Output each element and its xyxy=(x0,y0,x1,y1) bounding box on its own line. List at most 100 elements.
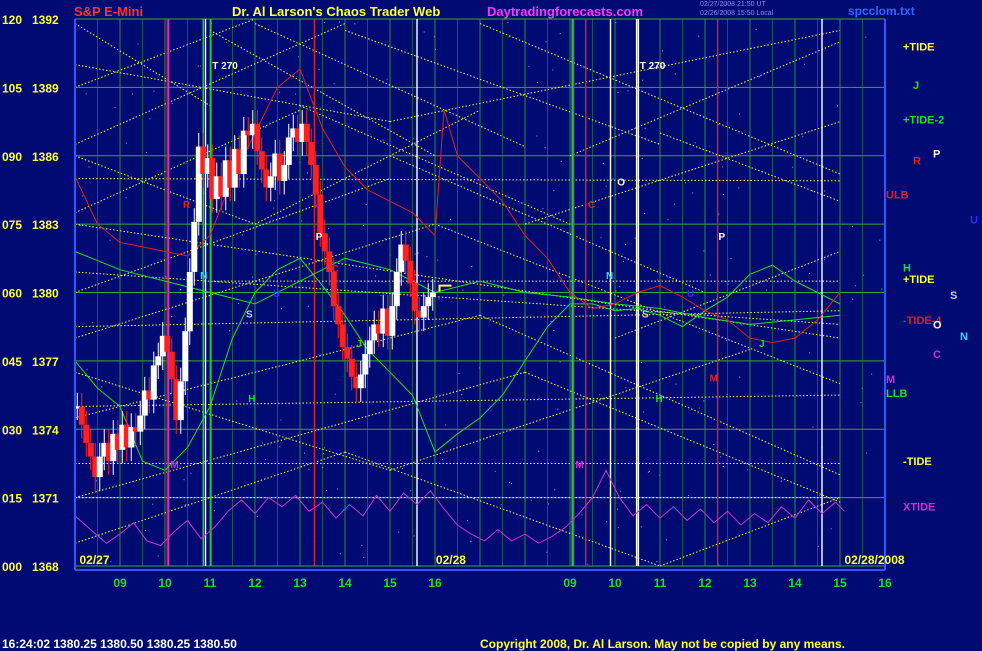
right-level-label: M xyxy=(886,374,895,386)
star-dot xyxy=(852,298,854,300)
star-dot xyxy=(719,456,721,458)
star-dot xyxy=(241,234,243,236)
x-tick-hour-label: 15 xyxy=(383,576,397,590)
star-dot xyxy=(722,166,724,168)
star-dot xyxy=(323,22,325,24)
star-dot xyxy=(824,259,826,261)
price-candle xyxy=(83,424,90,443)
star-dot xyxy=(643,411,645,413)
price-candle xyxy=(402,244,409,261)
planet-marker-label: R xyxy=(183,200,191,211)
star-dot xyxy=(602,162,604,164)
star-dot xyxy=(417,252,419,254)
star-dot xyxy=(295,93,297,95)
star-dot xyxy=(507,22,509,23)
star-dot xyxy=(552,69,554,71)
star-dot xyxy=(559,361,561,363)
star-dot xyxy=(802,136,804,138)
price-candle xyxy=(254,123,261,152)
x-tick-hour-label: 16 xyxy=(878,576,892,590)
star-dot xyxy=(503,294,505,296)
star-dot xyxy=(544,146,546,148)
star-dot xyxy=(647,471,649,473)
x-tick-hour-label: 12 xyxy=(698,576,712,590)
star-dot xyxy=(190,472,192,474)
star-dot xyxy=(336,488,338,490)
star-dot xyxy=(865,36,867,38)
planet-marker-label: M xyxy=(170,460,178,471)
star-dot xyxy=(641,158,643,159)
quote-line: 16:24:02 1380.25 1380.50 1380.25 1380.50 xyxy=(2,637,237,651)
planet-marker-label: T 270 xyxy=(212,61,238,72)
star-dot xyxy=(279,446,281,448)
star-dot xyxy=(625,244,627,246)
date-label: 02/28/2008 xyxy=(845,553,905,567)
star-dot xyxy=(273,207,275,209)
price-candle xyxy=(407,260,414,284)
star-dot xyxy=(445,424,447,426)
x-tick-hour-label: 16 xyxy=(428,576,442,590)
star-dot xyxy=(854,285,856,287)
x-tick-hour-label: 10 xyxy=(158,576,172,590)
price-candle xyxy=(335,306,342,325)
star-dot xyxy=(759,76,760,78)
star-dot xyxy=(306,172,308,174)
star-dot xyxy=(553,330,555,331)
x-tick-hour-label: 13 xyxy=(293,576,307,590)
star-dot xyxy=(125,142,127,144)
star-dot xyxy=(606,521,608,523)
star-dot xyxy=(470,541,472,542)
y-tick-osc-label: 045 xyxy=(2,355,22,369)
star-dot xyxy=(375,275,377,277)
star-dot xyxy=(160,174,162,176)
y-tick-osc-label: 030 xyxy=(2,423,22,437)
star-dot xyxy=(494,470,496,472)
star-dot xyxy=(261,442,263,444)
site-url[interactable]: Daytradingforecasts.com xyxy=(487,4,643,19)
timestamp-local: 02/26/2008 15:50 Local xyxy=(700,10,774,17)
star-dot xyxy=(739,113,740,115)
star-dot xyxy=(615,290,617,292)
star-dot xyxy=(423,31,425,33)
star-dot xyxy=(600,237,602,239)
star-dot xyxy=(665,539,667,541)
star-dot xyxy=(688,495,690,496)
star-dot xyxy=(265,126,266,128)
star-dot xyxy=(528,65,530,67)
star-dot xyxy=(145,152,147,153)
star-dot xyxy=(511,482,512,484)
star-dot xyxy=(824,190,826,192)
right-level-label: U xyxy=(970,215,978,227)
chart-background xyxy=(0,0,982,650)
star-dot xyxy=(363,224,364,226)
price-candle xyxy=(285,137,292,165)
star-dot xyxy=(132,93,133,95)
planet-marker-label: N xyxy=(606,271,613,282)
price-candle xyxy=(389,306,396,336)
star-dot xyxy=(698,35,700,37)
price-candle xyxy=(240,130,247,174)
star-dot xyxy=(229,330,231,332)
date-label: 02/27 xyxy=(80,553,110,567)
planet-marker-label: H xyxy=(248,394,255,405)
star-dot xyxy=(183,479,185,481)
chart-canvas: 120 1392 105 1389 090 1386 075 1383 060 1380 045 13… xyxy=(0,0,982,650)
planet-marker-label: S xyxy=(642,310,649,321)
star-dot xyxy=(605,185,607,187)
star-dot xyxy=(304,452,305,454)
star-dot xyxy=(860,402,862,404)
star-dot xyxy=(538,450,540,452)
star-dot xyxy=(471,266,473,267)
star-dot xyxy=(88,166,90,168)
planet-marker-label: J xyxy=(759,339,765,350)
star-dot xyxy=(197,65,199,67)
right-level-label: J xyxy=(913,80,919,92)
star-dot xyxy=(382,139,384,141)
star-dot xyxy=(95,480,97,482)
star-dot xyxy=(280,419,282,421)
star-dot xyxy=(726,339,727,341)
star-dot xyxy=(413,498,415,500)
price-candle xyxy=(330,272,337,307)
y-tick-osc-label: 120 xyxy=(2,13,22,27)
star-dot xyxy=(467,520,468,522)
